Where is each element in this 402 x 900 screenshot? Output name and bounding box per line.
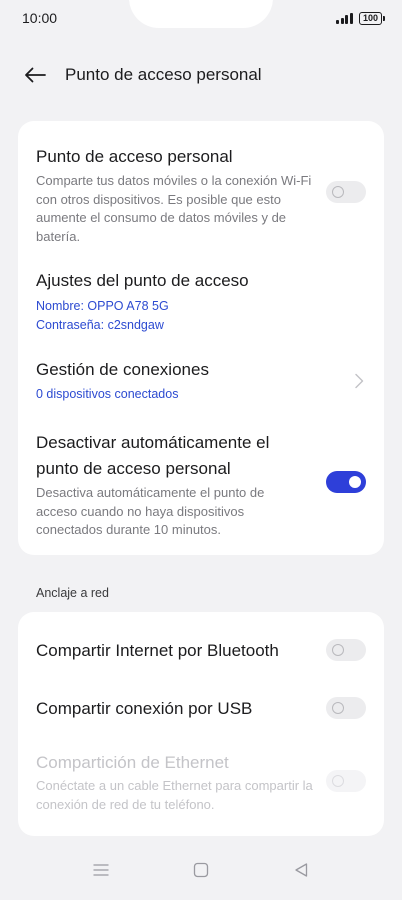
ethernet-tethering-row: Compartición de Ethernet Conéctate a un … [36,751,366,814]
hotspot-toggle[interactable] [326,181,366,203]
hotspot-card: Punto de acceso personal Comparte tus da… [18,121,384,555]
page-title: Punto de acceso personal [65,65,262,84]
navigation-bar [0,840,402,900]
hotspot-description: Comparte tus datos móviles o la conexión… [36,173,312,244]
connection-management-row[interactable]: Gestión de conexiones 0 dispositivos con… [36,358,366,404]
toggle-knob [332,775,344,787]
hotspot-name: Nombre: OPPO A78 5G [36,299,169,313]
arrow-left-icon[interactable] [24,63,48,87]
tethering-card: Compartir Internet por Bluetooth Compart… [18,612,384,836]
bluetooth-tethering-row[interactable]: Compartir Internet por Bluetooth [36,639,366,663]
connection-management-title: Gestión de conexiones [36,360,209,379]
chevron-right-icon [355,373,364,389]
auto-off-toggle[interactable] [326,471,366,493]
screen: 10:00 100 Punto de acceso personal Punto… [0,0,402,900]
hotspot-password: Contraseña: c2sndgaw [36,318,164,332]
toggle-knob [332,644,344,656]
hotspot-settings-title: Ajustes del punto de acceso [36,271,249,290]
usb-tethering-row[interactable]: Compartir conexión por USB [36,697,366,721]
ethernet-tethering-toggle [326,770,366,792]
usb-tethering-title: Compartir conexión por USB [36,699,253,718]
ethernet-tethering-title: Compartición de Ethernet [36,753,229,772]
hotspot-settings-row[interactable]: Ajustes del punto de acceso Nombre: OPPO… [36,269,366,335]
usb-tethering-toggle[interactable] [326,697,366,719]
toggle-knob [332,186,344,198]
hotspot-title: Punto de acceso personal [36,147,233,166]
tethering-section-label: Anclaje a red [36,586,109,600]
bluetooth-tethering-title: Compartir Internet por Bluetooth [36,641,279,660]
auto-off-description: Desactiva automáticamente el punto de ac… [36,485,265,537]
toggle-knob [349,476,361,488]
battery-icon: 100 [358,11,385,25]
home-square-icon[interactable] [191,860,211,880]
back-triangle-icon[interactable] [291,860,311,880]
status-time: 10:00 [22,10,58,26]
connected-devices-count: 0 dispositivos conectados [36,387,179,401]
auto-off-row[interactable]: Desactivar automáticamente el punto de a… [36,430,366,540]
app-header: Punto de acceso personal [0,58,402,92]
signal-icon [336,12,353,24]
bluetooth-tethering-toggle[interactable] [326,639,366,661]
hotspot-row[interactable]: Punto de acceso personal Comparte tus da… [36,145,366,246]
menu-icon[interactable] [91,860,111,880]
ethernet-tethering-description: Conéctate a un cable Ethernet para compa… [36,778,313,812]
status-bar: 10:00 100 [0,0,402,36]
status-icons: 100 [336,11,385,25]
auto-off-title: Desactivar automáticamente el punto de a… [36,433,270,478]
toggle-knob [332,702,344,714]
